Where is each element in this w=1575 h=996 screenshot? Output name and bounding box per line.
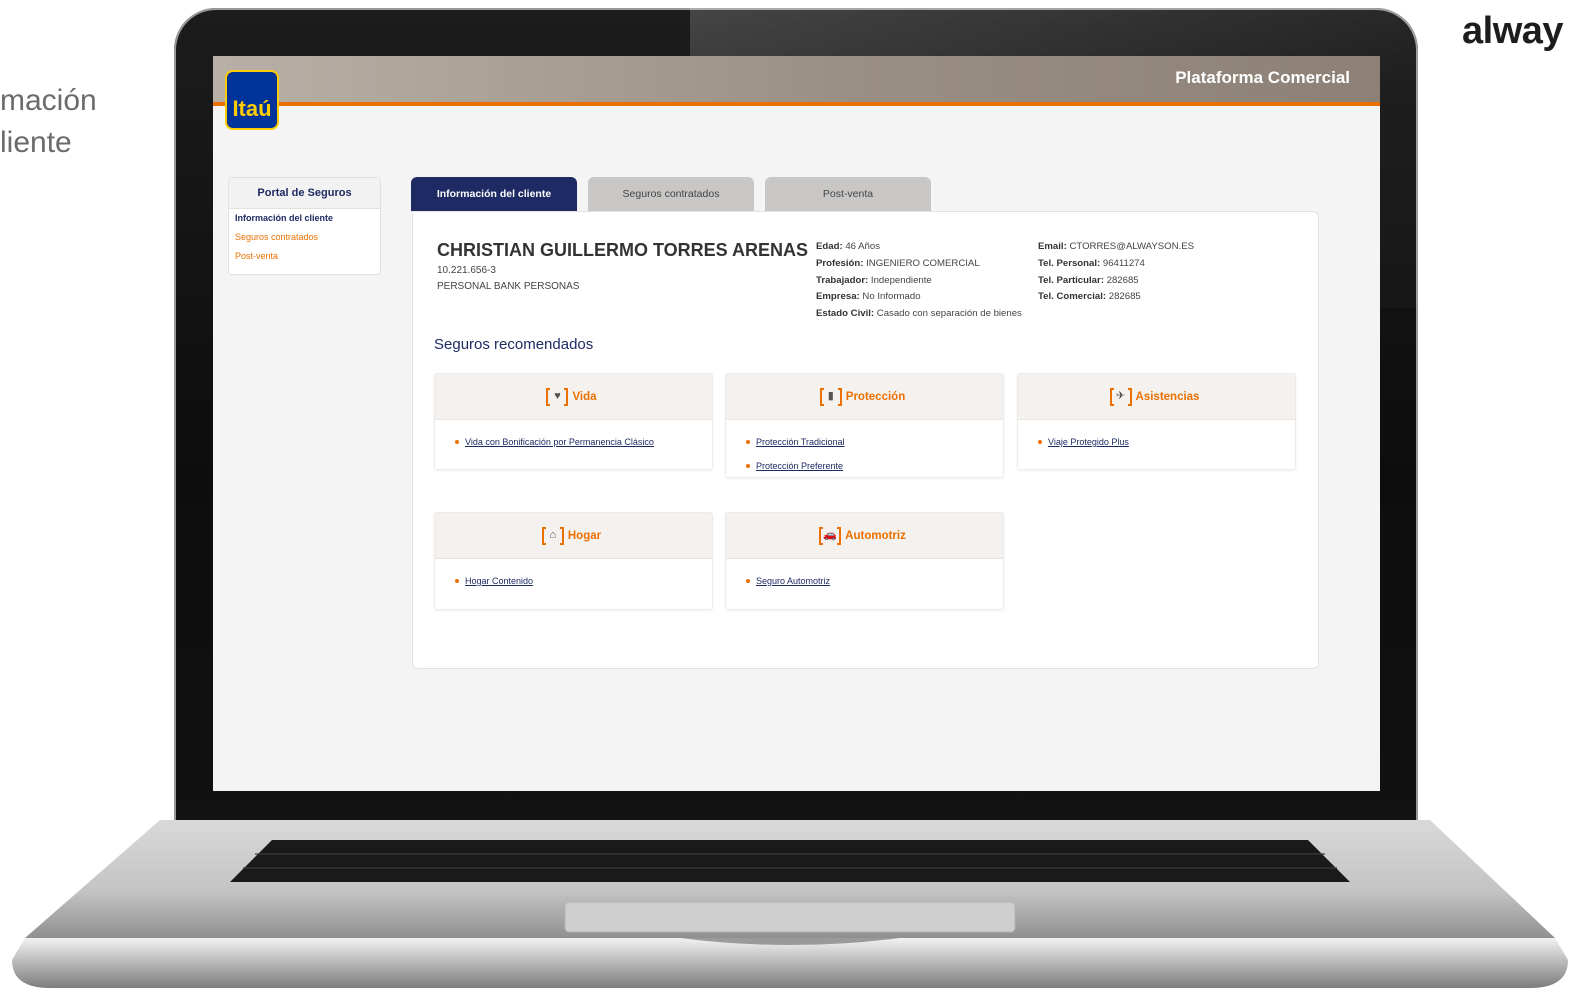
card-asistencias: ✈ Asistencias Viaje Protegido Plus (1017, 373, 1296, 470)
card-title: Hogar (567, 529, 602, 542)
detail-profesion: Profesión: INGENIERO COMERCIAL (816, 257, 980, 269)
card-title: Protección (845, 390, 906, 403)
laptop-screen: Plataforma Comercial Itaú Portal de Segu… (213, 56, 1380, 791)
laptop-base (10, 820, 1570, 990)
card-vida: ♥ Vida Vida con Bonificación por Permane… (434, 373, 713, 470)
insurance-link[interactable]: Protección Preferente (726, 454, 1003, 478)
detail-edad: Edad: 46 Años (816, 241, 881, 252)
house-icon: ⌂ (541, 526, 564, 545)
brand-logo-text: alway (1462, 10, 1564, 52)
detail-estado-civil: Estado Civil: Casado con separación de b… (816, 308, 1022, 320)
keyboard-area (230, 840, 1350, 882)
app-header: Plataforma Comercial (213, 56, 1380, 102)
car-icon: 🚗 (819, 526, 842, 545)
client-segment: PERSONAL BANK PERSONAS (437, 281, 580, 292)
heart-icon: ♥ (546, 387, 569, 406)
recommended-title: Seguros recomendados (434, 336, 594, 353)
sidebar-item-seguros-contratados[interactable]: Seguros contratados (229, 228, 380, 247)
card-proteccion: ▮ Protección Protección Tradicional Prot… (725, 373, 1004, 478)
detail-trabajador: Trabajador: Independiente (816, 274, 932, 286)
client-name: CHRISTIAN GUILLERMO TORRES ARENAS (437, 240, 809, 260)
detail-empresa: Empresa: No Informado (816, 291, 921, 303)
client-details: Edad: 46 Años Profesión: INGENIERO COMER… (816, 239, 1022, 323)
contact-tel-particular: Tel. Particular: 282685 (1038, 274, 1139, 286)
airplane-icon: ✈ (1109, 387, 1132, 406)
sidebar-item-post-venta[interactable]: Post-venta (229, 247, 380, 266)
card-header[interactable]: ⌂ Hogar (435, 513, 712, 559)
tab-informacion-cliente[interactable]: Información del cliente (411, 177, 577, 211)
card-header[interactable]: ▮ Protección (726, 374, 1003, 420)
card-title: Automotriz (845, 529, 906, 542)
card-header[interactable]: 🚗 Automotriz (726, 513, 1003, 559)
contact-tel-comercial: Tel. Comercial: 282685 (1038, 291, 1141, 303)
contact-email: Email: CTORRES@ALWAYSON.ES (1038, 241, 1194, 252)
insurance-link[interactable]: Protección Tradicional (726, 430, 1003, 454)
insurance-link[interactable]: Hogar Contenido (435, 569, 712, 593)
card-header[interactable]: ✈ Asistencias (1018, 374, 1295, 420)
client-contact: Email: CTORRES@ALWAYSON.ES Tel. Personal… (1038, 239, 1194, 306)
sidebar-title: Portal de Seguros (229, 178, 380, 209)
laptop-deck (12, 820, 1568, 988)
header-accent-line (213, 102, 1380, 106)
insurance-link[interactable]: Viaje Protegido Plus (1018, 430, 1295, 454)
client-rut: 10.221.656-3 (437, 265, 496, 276)
app-title: Plataforma Comercial (1175, 68, 1350, 87)
insurance-link[interactable]: Vida con Bonificación por Permanencia Cl… (435, 430, 712, 454)
slide-caption: mación liente (0, 84, 97, 159)
sidebar: Portal de Seguros Información del client… (228, 177, 381, 275)
client-panel: CHRISTIAN GUILLERMO TORRES ARENAS 10.221… (412, 211, 1319, 669)
card-hogar: ⌂ Hogar Hogar Contenido (434, 512, 713, 610)
tab-seguros-contratados[interactable]: Seguros contratados (588, 177, 754, 211)
trackpad (564, 901, 1016, 933)
card-title: Vida (572, 390, 597, 403)
card-automotriz: 🚗 Automotriz Seguro Automotriz (725, 512, 1004, 610)
shield-icon: ▮ (819, 387, 842, 406)
card-title: Asistencias (1135, 390, 1200, 403)
contact-tel-personal: Tel. Personal: 96411274 (1038, 257, 1145, 269)
itau-logo[interactable]: Itaú (225, 70, 279, 130)
tab-post-venta[interactable]: Post-venta (765, 177, 931, 211)
insurance-link[interactable]: Seguro Automotriz (726, 569, 1003, 593)
sidebar-item-informacion-cliente[interactable]: Información del cliente (229, 209, 380, 228)
card-header[interactable]: ♥ Vida (435, 374, 712, 420)
